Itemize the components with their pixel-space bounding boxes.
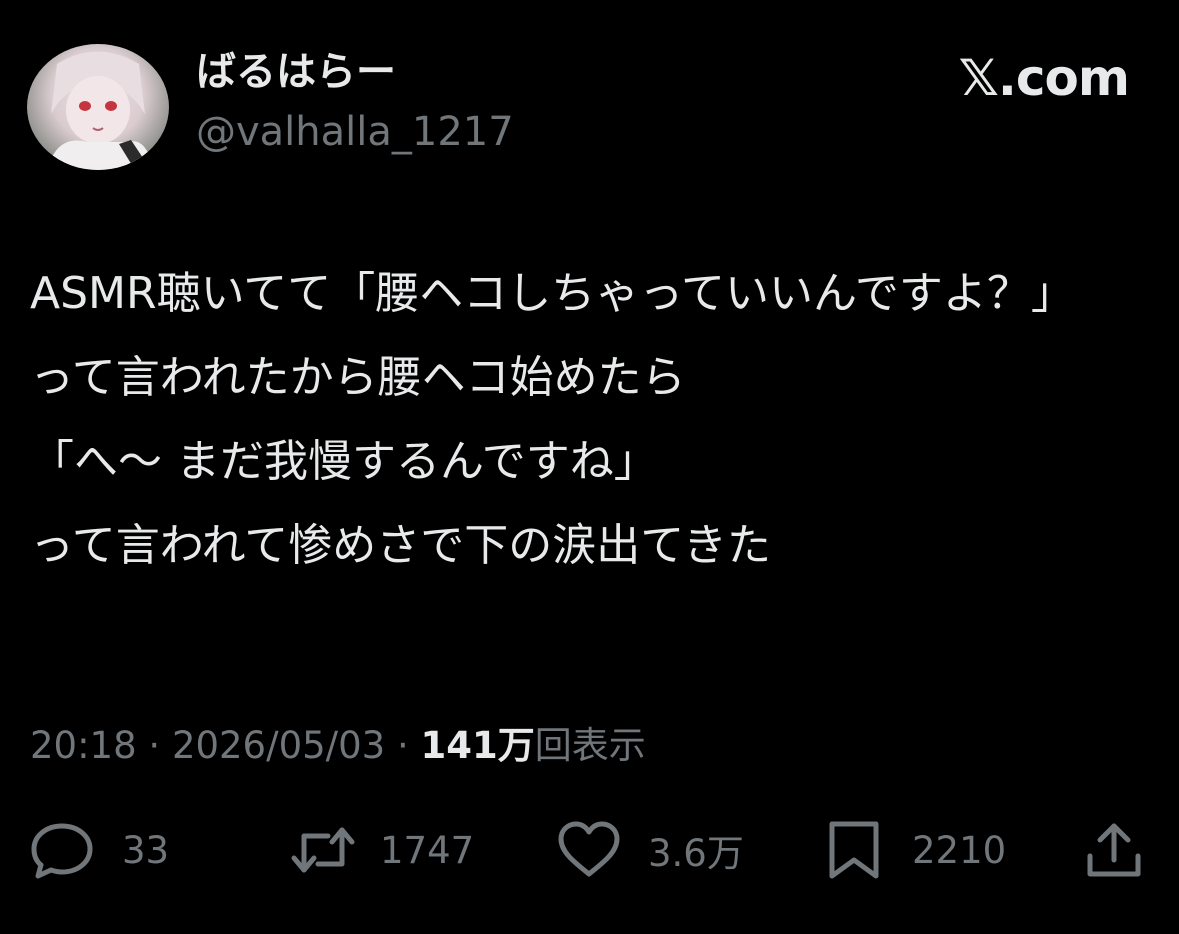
- share-icon: [1084, 820, 1144, 880]
- tweet-line: 「へ～ まだ我慢するんですね」: [30, 436, 658, 487]
- reply-button[interactable]: 33: [30, 820, 169, 880]
- bookmark-button[interactable]: 2210: [826, 820, 1006, 880]
- user-handle[interactable]: @valhalla_1217: [196, 104, 514, 160]
- tweet-line: ASMR聴いてて「腰ヘコしちゃっていいんですよ？」: [30, 268, 1075, 319]
- heart-icon: [556, 820, 622, 880]
- reply-count: 33: [122, 828, 170, 872]
- repost-count: 1747: [380, 828, 475, 872]
- separator: ·: [148, 724, 161, 767]
- action-bar: 33 1747 3.6万 2210: [30, 820, 1150, 880]
- views-count: 141万: [420, 724, 535, 767]
- repost-button[interactable]: 1747: [288, 820, 474, 880]
- bookmark-count: 2210: [912, 828, 1007, 872]
- tweet-time[interactable]: 20:18: [30, 724, 137, 767]
- tweet-line: って言われたから腰ヘコ始めたら: [30, 352, 686, 403]
- display-name[interactable]: ばるはらー: [196, 44, 396, 100]
- repost-icon: [288, 820, 358, 880]
- avatar[interactable]: [27, 44, 169, 170]
- bookmark-icon: [826, 820, 882, 880]
- like-count: 3.6万: [648, 832, 744, 875]
- share-button[interactable]: [1084, 820, 1144, 880]
- tweet-meta: 20:18 · 2026/05/03 · 141万回表示: [30, 718, 646, 774]
- reply-icon: [30, 820, 94, 880]
- tweet-line: って言われて惨めさで下の涙出てきた: [30, 520, 771, 571]
- tweet-text: ASMR聴いてて「腰ヘコしちゃっていいんですよ？」 って言われたから腰ヘコ始めた…: [30, 252, 1150, 588]
- tweet-date[interactable]: 2026/05/03: [172, 724, 385, 767]
- views-label: 回表示: [534, 724, 646, 767]
- separator: ·: [396, 724, 409, 767]
- avatar-image: [47, 51, 153, 170]
- like-button[interactable]: 3.6万: [556, 820, 744, 880]
- x-logo: 𝕏.com: [958, 49, 1130, 107]
